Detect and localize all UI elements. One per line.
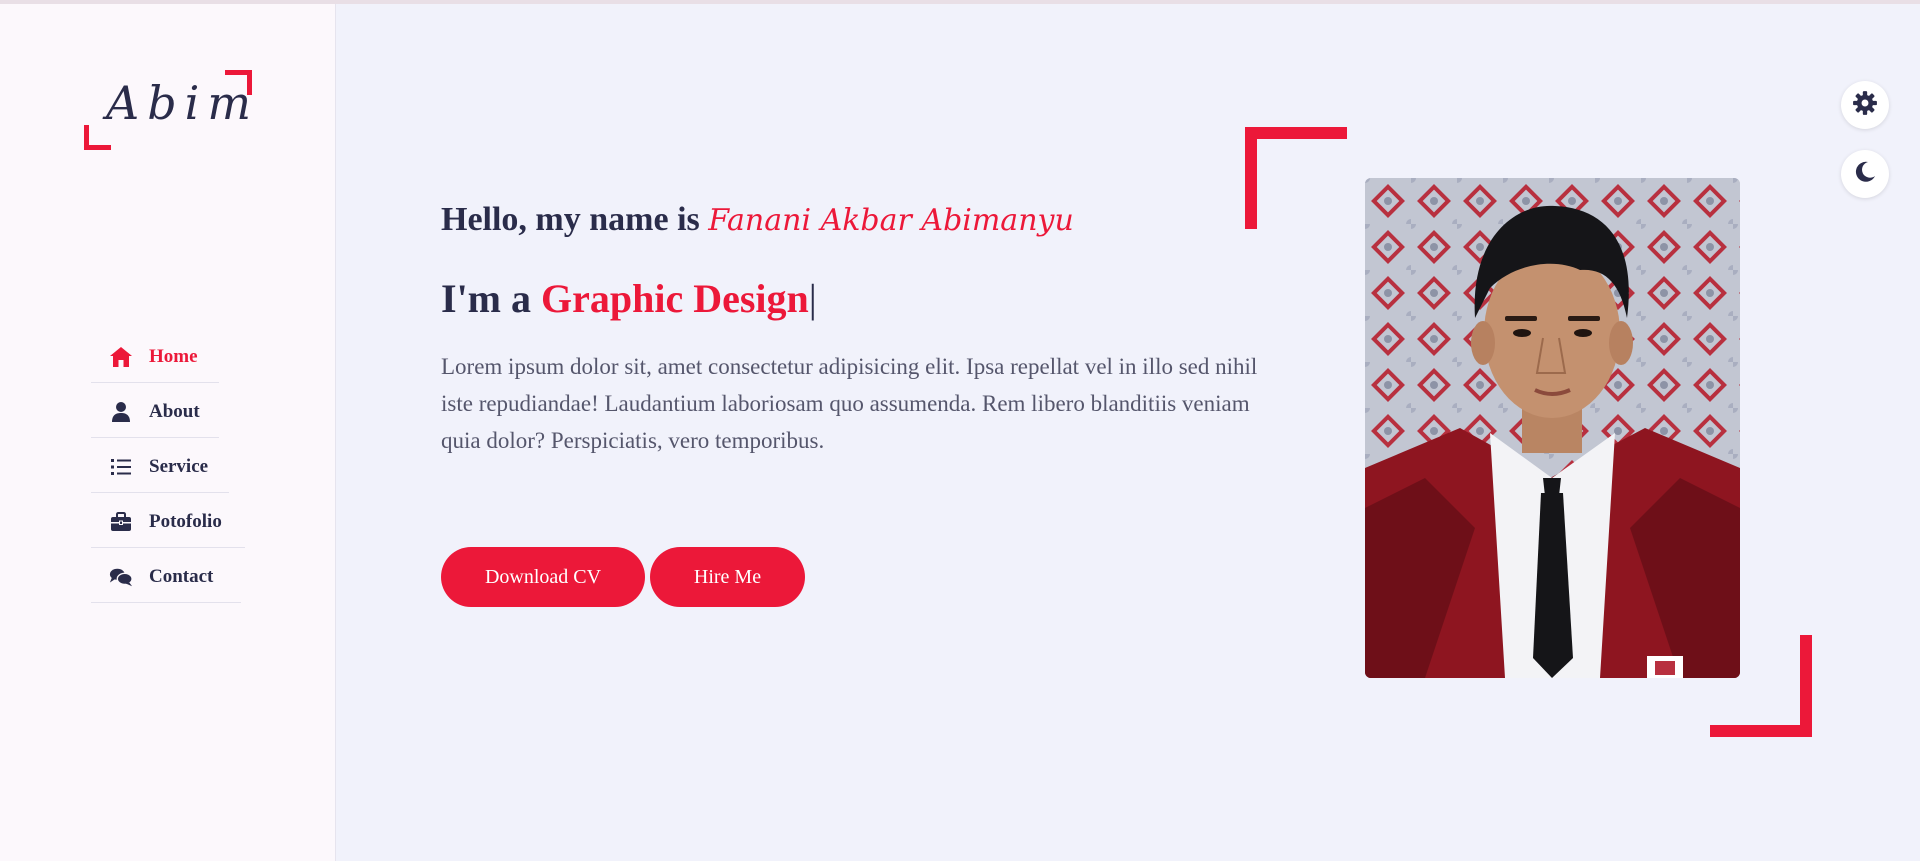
nav-label-contact: Contact <box>149 565 214 587</box>
hero-role: I'm a Graphic Design| <box>441 275 817 322</box>
nav-item-home[interactable]: Home <box>91 331 219 383</box>
nav-item-contact[interactable]: Contact <box>91 551 241 603</box>
nav-label-about: About <box>149 400 200 422</box>
greeting-prefix: Hello, my name is <box>441 201 700 238</box>
nav-item-service[interactable]: Service <box>91 441 229 493</box>
logo-text: Abim <box>106 76 259 130</box>
main-nav: Home About Service Potofolio Contact <box>91 331 251 606</box>
moon-icon <box>1853 160 1877 189</box>
nav-label-home: Home <box>149 345 198 367</box>
nav-label-service: Service <box>149 455 209 477</box>
role-prefix: I'm a <box>441 276 531 321</box>
profile-photo <box>1365 178 1740 678</box>
list-icon <box>109 455 133 479</box>
comments-icon <box>109 565 133 589</box>
theme-toggle-button[interactable] <box>1841 150 1889 198</box>
download-cv-button[interactable]: Download CV <box>441 547 645 607</box>
sidebar: Abim Home About Service Potofolio Contac… <box>0 4 336 861</box>
user-icon <box>109 400 133 424</box>
briefcase-icon <box>109 510 133 534</box>
nav-item-portfolio[interactable]: Potofolio <box>91 496 245 548</box>
hero-description: Lorem ipsum dolor sit, amet consectetur … <box>441 354 1258 453</box>
logo[interactable]: Abim <box>84 66 254 150</box>
home-icon <box>109 345 133 369</box>
typing-cursor: | <box>808 276 817 321</box>
photo-frame-top-left <box>1245 127 1347 229</box>
role-text: Graphic Design <box>541 276 809 321</box>
settings-button[interactable] <box>1841 81 1889 129</box>
nav-label-portfolio: Potofolio <box>149 510 222 532</box>
nav-item-about[interactable]: About <box>91 386 219 438</box>
hero-name: Fanani Akbar Abimanyu <box>708 203 1074 238</box>
hero-greeting: Hello, my name is Fanani Akbar Abimanyu <box>441 201 1074 239</box>
hire-me-button[interactable]: Hire Me <box>650 547 805 607</box>
gear-icon <box>1852 90 1878 121</box>
